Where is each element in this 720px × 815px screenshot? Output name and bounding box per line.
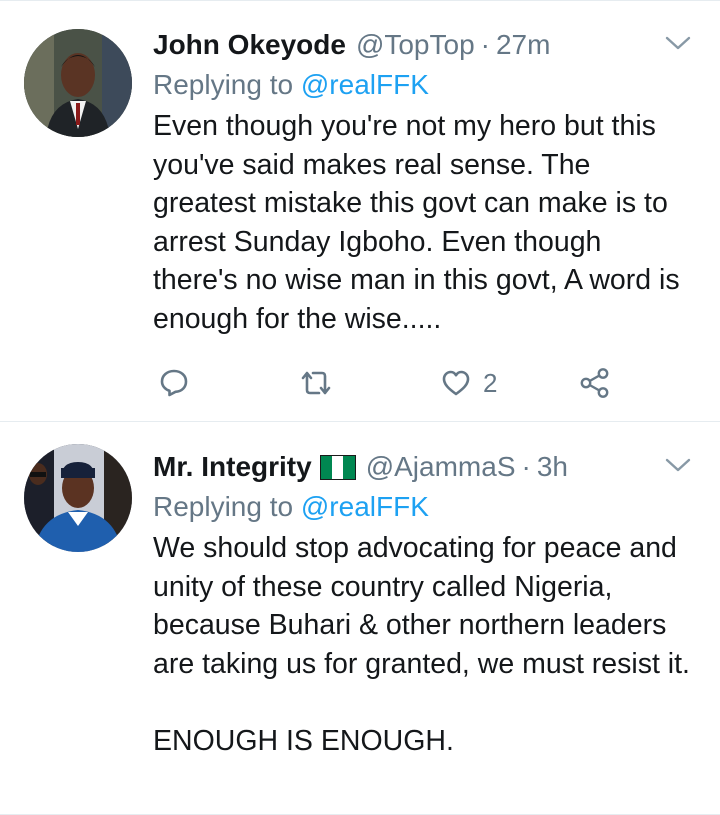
like-count: 2 (483, 367, 498, 398)
timestamp[interactable]: 3h (537, 447, 568, 487)
tweet-content: John Okeyode @TopTop · 27m Replying to @… (153, 25, 692, 338)
tweet-text: Even though you're not my hero but this … (153, 110, 688, 335)
chevron-down-icon[interactable] (664, 455, 692, 475)
nigeria-flag-icon (319, 454, 356, 480)
replying-to: Replying to @realFFK (153, 65, 692, 105)
avatar[interactable] (24, 29, 132, 137)
tweet-header: Mr. Integrity @AjammaS · 3h (153, 447, 692, 487)
display-name[interactable]: Mr. Integrity (153, 447, 312, 487)
timestamp[interactable]: 27m (496, 25, 550, 65)
replying-to: Replying to @realFFK (153, 487, 692, 527)
avatar-image (24, 29, 132, 137)
heart-icon (442, 370, 470, 396)
replying-to-label: Replying to (153, 69, 294, 100)
tweet-actions: 2 (153, 363, 623, 403)
avatar-image (24, 444, 132, 552)
replying-to-label: Replying to (153, 491, 294, 522)
retweet-button[interactable] (299, 363, 333, 403)
retweet-icon (301, 371, 331, 395)
tweet-text: We should stop advocating for peace and … (153, 532, 690, 757)
reply-tweet[interactable]: John Okeyode @TopTop · 27m Replying to @… (0, 0, 720, 422)
tweet-header: John Okeyode @TopTop · 27m (153, 25, 692, 65)
reply-button[interactable] (159, 363, 189, 403)
separator-dot: · (480, 29, 490, 60)
reply-icon (160, 369, 188, 397)
display-name[interactable]: John Okeyode (153, 25, 346, 65)
reply-feed: John Okeyode @TopTop · 27m Replying to @… (0, 0, 720, 815)
user-handle[interactable]: @TopTop (356, 25, 475, 65)
chevron-down-icon[interactable] (664, 33, 692, 53)
share-icon (580, 368, 609, 398)
separator-dot: · (521, 451, 531, 482)
avatar[interactable] (24, 444, 132, 552)
tweet-content: Mr. Integrity @AjammaS · 3h Replying to … (153, 447, 692, 760)
replying-to-mention[interactable]: @realFFK (301, 491, 429, 522)
reply-tweet[interactable]: Mr. Integrity @AjammaS · 3h Replying to … (0, 422, 720, 815)
like-button[interactable]: 2 (441, 363, 497, 403)
share-button[interactable] (579, 363, 611, 403)
user-handle[interactable]: @AjammaS (366, 447, 516, 487)
replying-to-mention[interactable]: @realFFK (301, 69, 429, 100)
